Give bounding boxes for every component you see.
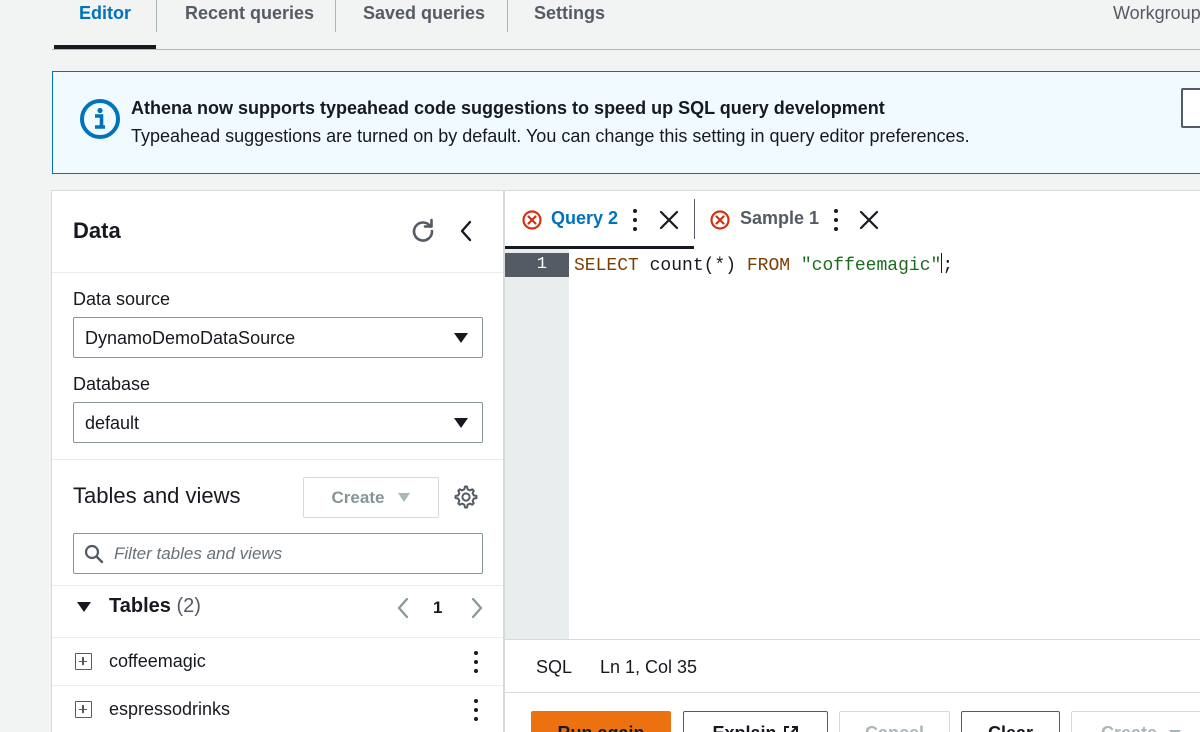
query-tabs: Query 2 Sample 1 <box>505 191 1200 249</box>
caret-down-icon <box>398 493 411 502</box>
tables-count: (2) <box>176 595 201 617</box>
next-page-icon[interactable] <box>466 596 486 620</box>
filter-tables-field[interactable] <box>73 533 483 574</box>
data-panel: Data Data source DynamoDemoDataSource Da… <box>51 190 504 732</box>
data-source-select[interactable]: DynamoDemoDataSource <box>73 317 483 358</box>
database-value: default <box>85 413 140 433</box>
run-again-button[interactable]: Run again <box>531 711 671 732</box>
external-link-icon <box>783 726 798 732</box>
expand-plus-icon[interactable] <box>75 701 92 718</box>
data-panel-title: Data <box>73 218 121 243</box>
line-number-gutter: 1 <box>505 249 569 639</box>
sql-string: "coffeemagic" <box>800 256 942 276</box>
sql-code-line[interactable]: SELECT count(*) FROM "coffeemagic"; <box>574 253 953 278</box>
line-number: 1 <box>505 253 569 277</box>
cursor-position: Ln 1, Col 35 <box>600 657 698 677</box>
close-icon[interactable] <box>658 209 680 231</box>
query-tab-label: Sample 1 <box>740 208 820 228</box>
editor-status-bar: SQL Ln 1, Col 35 <box>505 639 1200 693</box>
caret-down-icon <box>454 418 468 428</box>
filter-tables-input[interactable] <box>114 542 464 566</box>
tab-recent-queries[interactable]: Recent queries <box>185 0 314 50</box>
info-icon <box>80 99 120 139</box>
banner-text: Typeahead suggestions are turned on by d… <box>131 126 970 146</box>
banner-action-button[interactable] <box>1181 88 1200 128</box>
tables-section-header[interactable]: Tables (2) 1 <box>52 586 503 638</box>
table-name[interactable]: coffeemagic <box>109 651 206 672</box>
language-indicator: SQL <box>536 657 573 677</box>
error-icon <box>710 210 730 230</box>
sql-function: count(*) <box>638 256 747 276</box>
page-number[interactable]: 1 <box>433 598 442 618</box>
tables-heading: Tables (2) <box>109 595 201 617</box>
tab-settings[interactable]: Settings <box>534 0 605 50</box>
cancel-button[interactable]: Cancel <box>839 711 950 732</box>
more-actions-icon[interactable] <box>473 651 479 673</box>
expand-caret-icon[interactable] <box>77 602 91 612</box>
panel-divider <box>52 459 503 460</box>
clear-button[interactable]: Clear <box>961 711 1060 732</box>
settings-gear-icon[interactable] <box>452 483 480 511</box>
expand-plus-icon[interactable] <box>75 653 92 670</box>
tab-separator <box>507 0 508 32</box>
banner-title: Athena now supports typeahead code sugge… <box>131 98 885 118</box>
data-source-value: DynamoDemoDataSource <box>85 328 296 348</box>
query-tab-label: Query 2 <box>551 208 619 228</box>
panel-divider <box>52 272 503 273</box>
tab-editor[interactable]: Editor <box>79 0 131 50</box>
table-row[interactable]: coffeemagic <box>52 638 503 686</box>
database-label: Database <box>73 374 151 394</box>
previous-page-icon[interactable] <box>394 596 414 620</box>
caret-down-icon <box>454 333 468 343</box>
tables-views-title: Tables and views <box>73 483 241 508</box>
workgroup-label[interactable]: Workgroup <box>1113 3 1200 24</box>
refresh-icon[interactable] <box>409 217 437 245</box>
more-actions-icon[interactable] <box>473 699 479 721</box>
tab-saved-queries[interactable]: Saved queries <box>363 0 485 50</box>
info-banner: Athena now supports typeahead code sugge… <box>52 71 1200 174</box>
table-row[interactable]: espressodrinks <box>52 686 503 732</box>
close-icon[interactable] <box>858 209 880 231</box>
tab-menu-icon[interactable] <box>632 209 638 231</box>
query-tab-active[interactable]: Query 2 <box>505 191 694 249</box>
active-tab-indicator <box>54 45 156 49</box>
query-editor: Query 2 Sample 1 1 SELECT count(*) FROM … <box>504 190 1200 732</box>
tab-menu-icon[interactable] <box>833 209 839 231</box>
create-table-button[interactable]: Create <box>303 477 439 518</box>
create-button[interactable]: Create <box>1071 711 1200 732</box>
database-select[interactable]: default <box>73 402 483 443</box>
error-icon <box>522 210 542 230</box>
collapse-panel-icon[interactable] <box>453 217 481 245</box>
tab-separator <box>156 0 157 32</box>
create-label: Create <box>331 487 385 507</box>
sql-keyword: FROM <box>746 256 791 276</box>
tab-separator <box>335 0 336 32</box>
sql-terminator: ; <box>942 256 954 276</box>
editor-actions: Run again Explain Cancel Clear Create <box>505 693 1200 732</box>
search-icon <box>84 544 104 564</box>
query-tab[interactable]: Sample 1 <box>695 191 895 249</box>
data-source-label: Data source <box>73 289 171 309</box>
explain-button[interactable]: Explain <box>683 711 828 732</box>
table-name[interactable]: espressodrinks <box>109 699 230 720</box>
sql-keyword: SELECT <box>574 256 639 276</box>
